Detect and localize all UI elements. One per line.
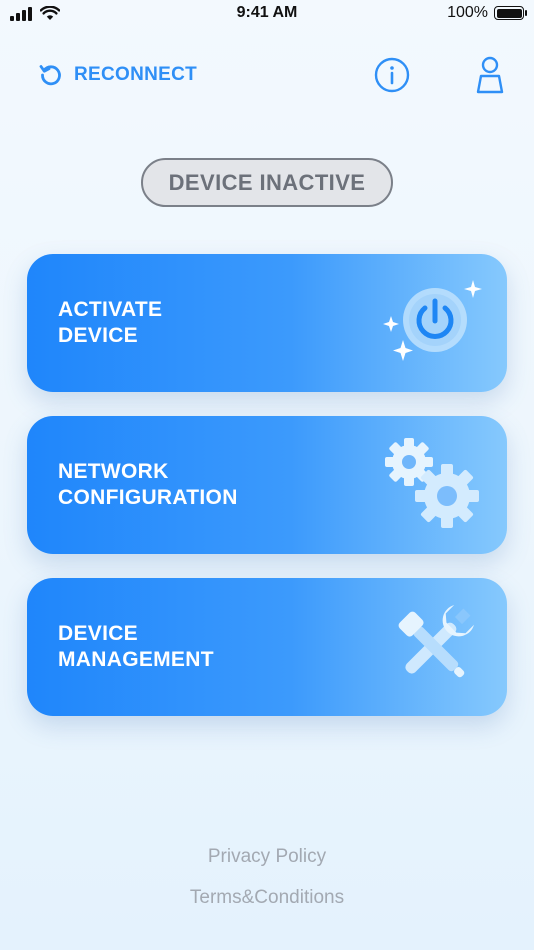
device-status-label: DEVICE INACTIVE bbox=[168, 169, 366, 195]
refresh-icon bbox=[39, 65, 61, 86]
header: RECONNECT bbox=[0, 52, 534, 100]
terms-conditions-link[interactable]: Terms&Conditions bbox=[0, 887, 534, 909]
tools-icon bbox=[398, 604, 475, 678]
status-right: 100% bbox=[447, 4, 527, 22]
device-management-card[interactable]: DEVICE MANAGEMENT bbox=[27, 578, 507, 716]
activate-device-card[interactable]: ACTIVATE DEVICE bbox=[27, 254, 507, 392]
activate-device-label: ACTIVATE DEVICE bbox=[58, 298, 163, 347]
network-configuration-label: NETWORK CONFIGURATION bbox=[58, 460, 238, 509]
info-icon bbox=[374, 57, 410, 93]
reconnect-label: RECONNECT bbox=[74, 64, 198, 85]
user-icon bbox=[476, 56, 504, 94]
network-configuration-card[interactable]: NETWORK CONFIGURATION bbox=[27, 416, 507, 554]
device-status-badge: DEVICE INACTIVE bbox=[141, 158, 393, 207]
reconnect-button[interactable]: RECONNECT bbox=[38, 62, 197, 88]
device-management-label: DEVICE MANAGEMENT bbox=[58, 622, 214, 671]
gears-icon bbox=[385, 438, 479, 528]
power-icon bbox=[383, 280, 482, 361]
profile-button[interactable] bbox=[472, 54, 508, 96]
battery-icon bbox=[494, 6, 527, 20]
info-button[interactable] bbox=[374, 57, 410, 93]
battery-percent: 100% bbox=[447, 4, 488, 21]
status-bar: 9:41 AM 100% bbox=[0, 0, 534, 28]
privacy-policy-link[interactable]: Privacy Policy bbox=[0, 846, 534, 868]
